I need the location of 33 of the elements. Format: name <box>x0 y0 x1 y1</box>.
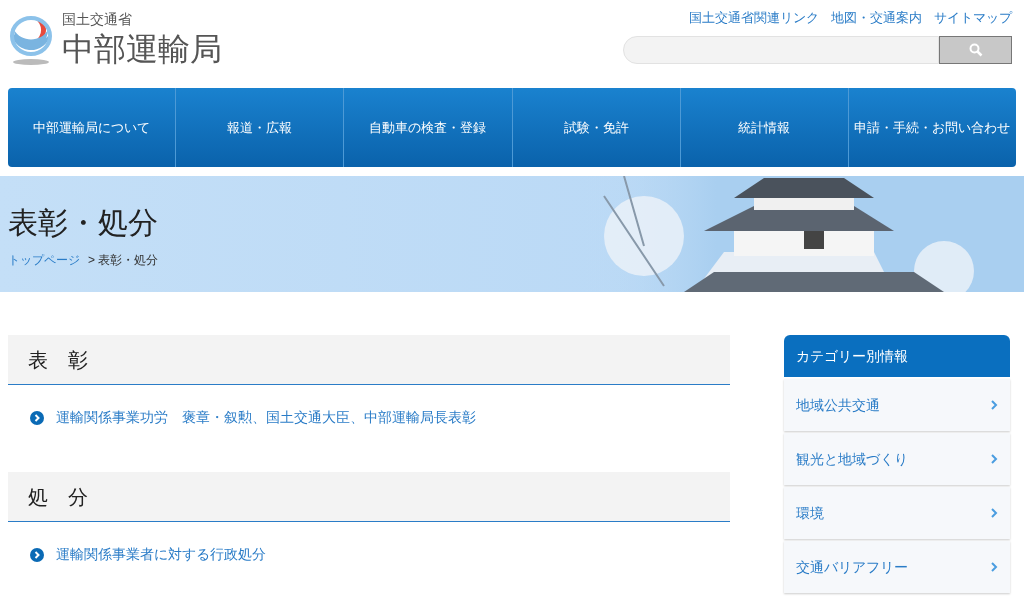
logo-icon <box>8 14 54 66</box>
page-title: 表彰・処分 <box>8 205 159 241</box>
section-link[interactable]: 運輸関係事業功労 褒章・叙勲、国土交通大臣、中部運輸局長表彰 <box>56 407 476 428</box>
sidebar-item[interactable]: 地域公共交通 <box>784 379 1010 431</box>
chevron-icon <box>990 399 998 411</box>
nav-item[interactable]: 中部運輸局について <box>8 88 177 167</box>
search-field[interactable] <box>623 35 939 64</box>
sidebar-title: カテゴリー別情報 <box>784 335 1010 377</box>
ministry-name: 国土交通省 <box>62 11 133 29</box>
breadcrumb-link[interactable]: トップページ <box>8 251 80 269</box>
chevron-icon <box>990 507 998 519</box>
sidebar-item[interactable]: 交通バリアフリー <box>784 541 1010 593</box>
bureau-name: 中部運輸局 <box>62 29 222 69</box>
section-heading: 処 分 <box>8 472 730 522</box>
header-link[interactable]: 国土交通省関連リンク <box>689 8 819 28</box>
nav-item[interactable]: 統計情報 <box>680 88 849 167</box>
search-button[interactable] <box>939 35 1012 64</box>
chevron-icon <box>990 453 998 465</box>
chevron-icon <box>30 547 44 562</box>
breadcrumb-current: > 表彰・処分 <box>88 252 159 269</box>
chevron-icon <box>30 410 44 425</box>
sidebar-item[interactable]: 環境 <box>784 487 1010 539</box>
nav-item[interactable]: 申請・手続・お問い合わせ <box>848 88 1017 167</box>
nav-item[interactable]: 自動車の検査・登録 <box>344 88 513 167</box>
section-heading: 表 彰 <box>8 335 730 385</box>
header-link[interactable]: サイトマップ <box>934 8 1012 28</box>
section-link[interactable]: 運輸関係事業者に対する行政処分 <box>56 544 266 565</box>
nav-item[interactable]: 報道・広報 <box>176 88 345 167</box>
chevron-icon <box>990 561 998 573</box>
sidebar-item[interactable]: 観光と地域づくり <box>784 433 1010 485</box>
header-link[interactable]: 地図・交通案内 <box>831 8 922 28</box>
search-icon <box>968 42 983 57</box>
nav-item[interactable]: 試験・免許 <box>512 88 681 167</box>
